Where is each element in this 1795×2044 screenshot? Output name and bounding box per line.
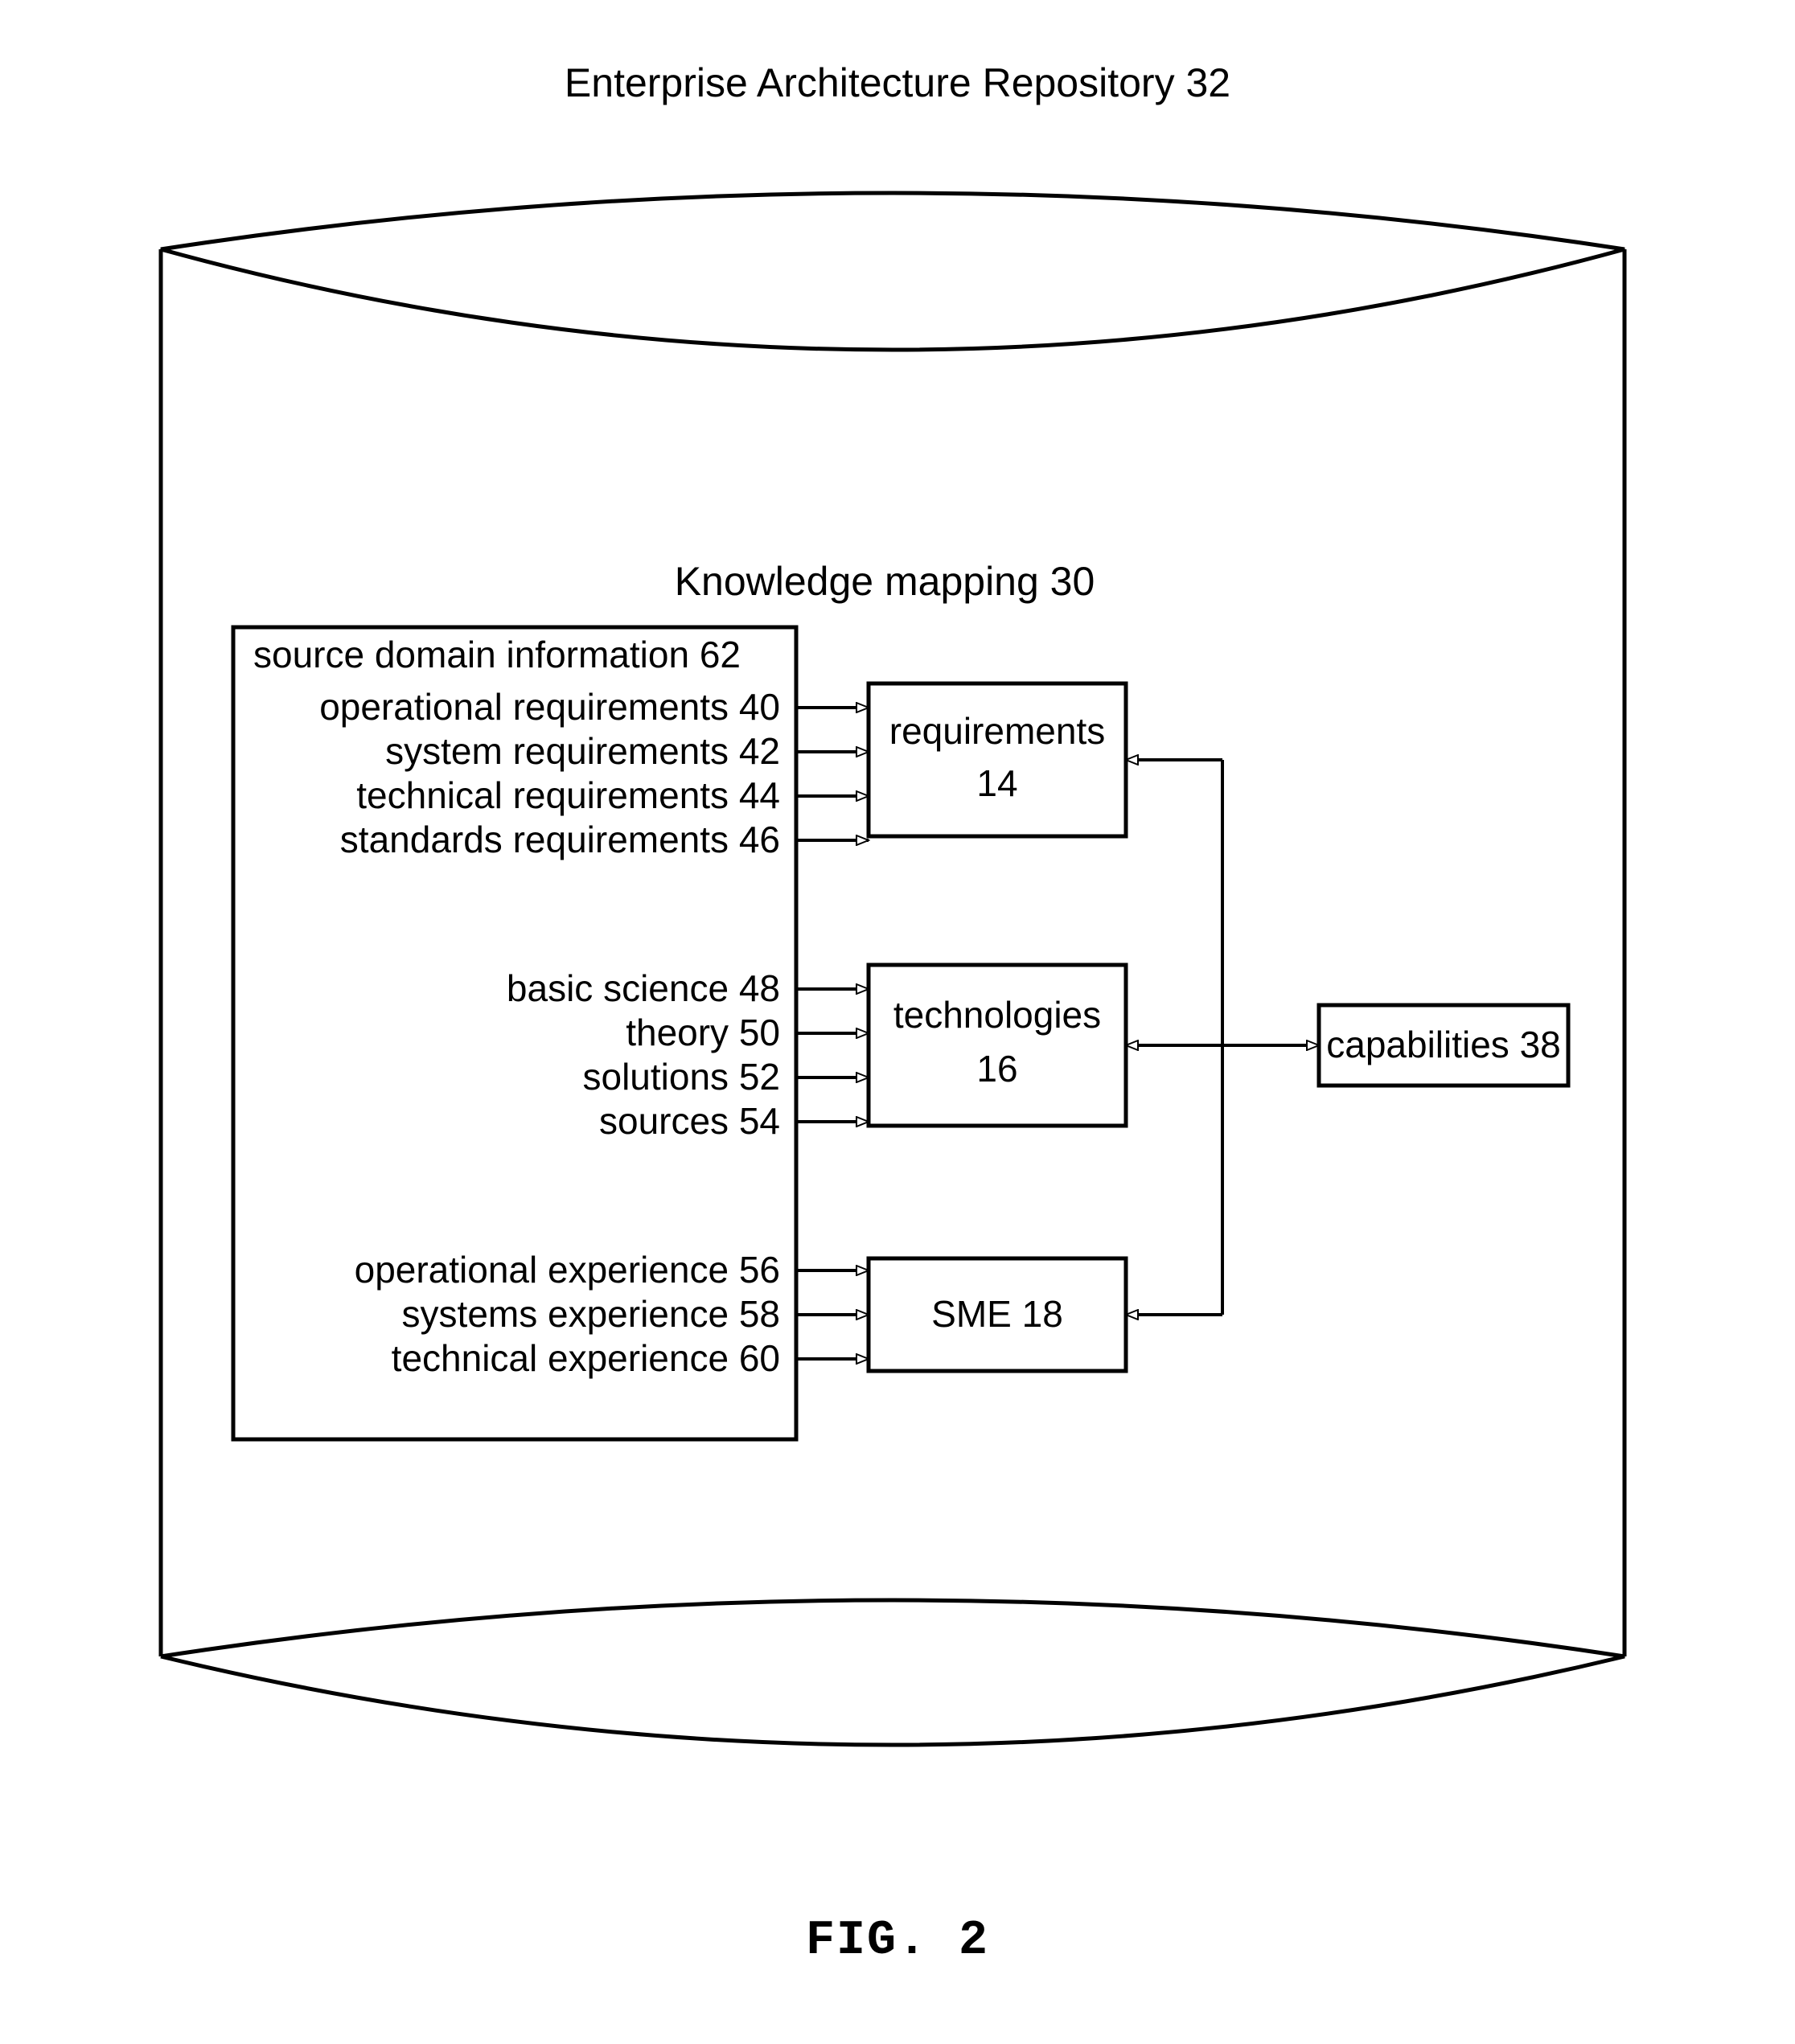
source-tech-3: sources 54: [599, 1100, 780, 1142]
repository-title: Enterprise Architecture Repository 32: [565, 60, 1230, 105]
source-sme-0: operational experience 56: [355, 1249, 780, 1291]
capabilities-label: capabilities 38: [1326, 1024, 1561, 1065]
sme-label: SME 18: [931, 1293, 1063, 1335]
knowledge-mapping-title: Knowledge mapping 30: [675, 559, 1095, 604]
requirements-label-line2: 14: [976, 762, 1017, 804]
source-sme-1: systems experience 58: [402, 1293, 780, 1335]
source-req-0: operational requirements 40: [319, 686, 780, 728]
technologies-box: [869, 965, 1126, 1126]
figure-caption: FIG. 2: [0, 1914, 1795, 1968]
requirements-label-line1: requirements: [889, 710, 1105, 752]
requirements-box: [869, 683, 1126, 836]
cylinder-outline: [161, 193, 1625, 1745]
source-tech-0: basic science 48: [507, 967, 780, 1009]
source-tech-1: theory 50: [626, 1012, 780, 1053]
source-tech-2: solutions 52: [583, 1056, 781, 1098]
technologies-label-line2: 16: [976, 1048, 1017, 1090]
source-req-3: standards requirements 46: [340, 819, 780, 860]
technologies-label-line1: technologies: [893, 994, 1101, 1036]
source-req-2: technical requirements 44: [356, 774, 780, 816]
diagram-svg: Enterprise Architecture Repository 32 Kn…: [0, 0, 1795, 2044]
page: Enterprise Architecture Repository 32 Kn…: [0, 0, 1795, 2044]
source-sme-2: technical experience 60: [392, 1337, 780, 1379]
source-domain-heading: source domain information 62: [253, 634, 741, 675]
source-req-1: system requirements 42: [385, 730, 780, 772]
